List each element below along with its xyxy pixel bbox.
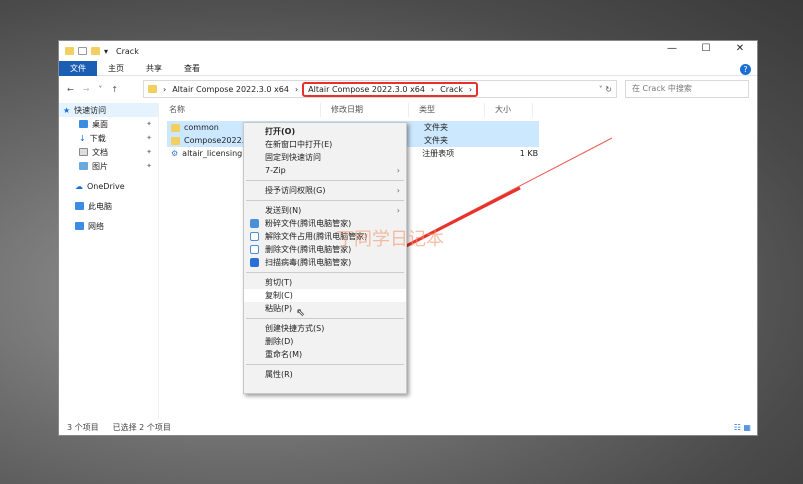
menu-item-7zip[interactable]: 7-Zip › xyxy=(244,164,406,177)
chevron-right-icon: › xyxy=(396,206,400,215)
menu-label: 7-Zip xyxy=(265,166,286,175)
menu-separator xyxy=(246,364,404,365)
delete-file-icon xyxy=(250,245,259,254)
watermark: 丁同学日记本 xyxy=(336,229,444,250)
menu-item-rename[interactable]: 重命名(M) xyxy=(244,348,406,361)
context-menu: 打开(O) 在新窗口中打开(E) 固定到快速访问 7-Zip › 授予访问权限(G… xyxy=(243,122,407,394)
menu-item-cut[interactable]: 剪切(T) xyxy=(244,276,406,289)
unlock-icon xyxy=(250,232,259,241)
menu-label: 发送到(N) xyxy=(265,206,302,215)
menu-label: 扫描病毒(腾讯电脑管家) xyxy=(265,258,352,267)
mouse-cursor-icon: ⇖ xyxy=(296,306,306,319)
menu-item-paste[interactable]: 粘贴(P) xyxy=(244,302,406,315)
menu-item-copy[interactable]: 复制(C) xyxy=(244,289,406,302)
menu-item-open[interactable]: 打开(O) xyxy=(244,125,406,138)
menu-separator xyxy=(246,200,404,201)
menu-item-delete[interactable]: 删除(D) xyxy=(244,335,406,348)
chevron-right-icon: › xyxy=(396,186,400,195)
menu-item-properties[interactable]: 属性(R) xyxy=(244,368,406,381)
menu-item-open-new-window[interactable]: 在新窗口中打开(E) xyxy=(244,138,406,151)
menu-item-pin-quick-access[interactable]: 固定到快速访问 xyxy=(244,151,406,164)
menu-item-send-to[interactable]: 发送到(N) › xyxy=(244,204,406,217)
menu-separator xyxy=(246,180,404,181)
shred-icon xyxy=(250,219,259,228)
menu-item-give-access[interactable]: 授予访问权限(G) › xyxy=(244,184,406,197)
shield-icon xyxy=(250,258,259,267)
menu-item-create-shortcut[interactable]: 创建快捷方式(S) xyxy=(244,322,406,335)
menu-separator xyxy=(246,318,404,319)
menu-item-scan-virus[interactable]: 扫描病毒(腾讯电脑管家) xyxy=(244,256,406,269)
menu-separator xyxy=(246,272,404,273)
menu-label: 授予访问权限(G) xyxy=(265,186,326,195)
chevron-right-icon: › xyxy=(396,166,400,175)
